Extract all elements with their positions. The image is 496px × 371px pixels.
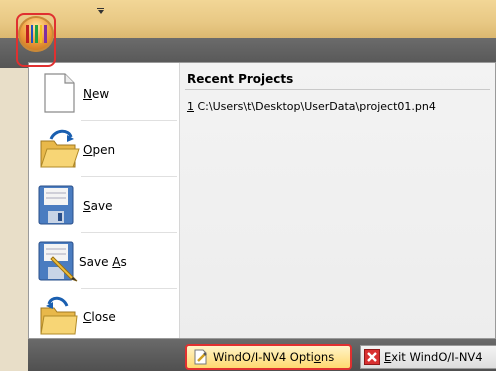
recent-projects-divider [185,89,490,90]
menu-item-label: Open [83,143,116,157]
exit-button[interactable]: Exit WindO/I-NV4 [360,345,496,369]
menu-separator [81,232,177,233]
qat-dropdown-icon[interactable] [97,8,104,14]
exit-icon [364,349,380,365]
recent-projects-header: Recent Projects [187,72,294,86]
title-bar [0,0,496,38]
menu-item-open[interactable]: Open [33,123,175,173]
menu-item-save-as[interactable]: Save As [33,235,175,285]
menu-separator [81,176,177,177]
menu-item-label: New [83,87,110,101]
save-icon [38,185,74,225]
menu-item-new[interactable]: New [33,67,175,117]
close-folder-icon [40,296,78,335]
new-document-icon [44,73,75,113]
menu-separator [81,120,177,121]
save-as-icon [38,241,78,282]
application-menu: New Open Save Save As Close Recent Proje… [28,62,496,339]
recent-project-item[interactable]: 1 C:\Users\t\Desktop\UserData\project01.… [187,100,436,113]
orb-highlight-box [16,13,56,67]
menu-item-save[interactable]: Save [33,179,175,229]
menu-commands: New Open Save Save As Close [29,63,180,338]
menu-item-label: Save As [79,255,127,269]
options-icon [194,349,207,365]
menu-item-label: Save [83,199,113,213]
recent-projects-panel: Recent Projects 1 C:\Users\t\Desktop\Use… [180,63,495,338]
options-button[interactable]: WindO/I-NV4 Options [185,344,352,370]
menu-item-label: Close [83,310,116,324]
open-folder-icon [40,129,80,168]
menu-item-close[interactable]: Close [33,290,175,340]
menu-separator [81,288,177,289]
exit-button-label: Exit WindO/I-NV4 [384,350,483,364]
options-button-label: WindO/I-NV4 Options [213,350,335,364]
